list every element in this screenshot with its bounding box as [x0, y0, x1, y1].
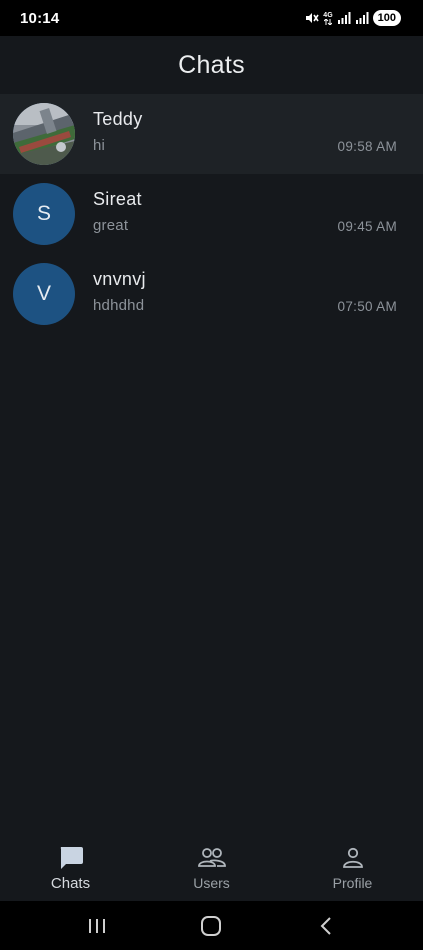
- avatar-photo: [13, 103, 75, 165]
- nav-item-users[interactable]: Users: [141, 835, 282, 901]
- home-button[interactable]: [181, 906, 241, 946]
- person-icon: [342, 845, 364, 871]
- chat-list: Teddy hi 09:58 AM S Sireat great 09:45 A…: [0, 94, 423, 334]
- chat-text: Teddy hi 09:58 AM: [93, 103, 423, 165]
- avatar-initial: V: [36, 282, 51, 305]
- mute-icon: [305, 12, 319, 24]
- chat-text: vnvnvj hdhdhd 07:50 AM: [93, 263, 423, 325]
- network-label: 4G: [323, 11, 333, 19]
- recent-apps-button[interactable]: [67, 906, 127, 946]
- chat-row-vnvnvj[interactable]: V vnvnvj hdhdhd 07:50 AM: [0, 254, 423, 334]
- chat-preview: great: [93, 217, 129, 234]
- nav-item-chats[interactable]: Chats: [0, 835, 141, 901]
- chat-name: vnvnvj: [93, 269, 146, 289]
- home-icon: [201, 915, 222, 936]
- nav-label: Chats: [50, 875, 91, 892]
- chat-text: Sireat great 09:45 AM: [93, 183, 423, 245]
- nav-label: Profile: [332, 875, 373, 891]
- page-title: Chats: [178, 50, 245, 79]
- avatar-letter: V: [13, 263, 75, 325]
- network-type-icon: 4G: [323, 11, 333, 25]
- app-header: Chats: [0, 36, 423, 94]
- users-icon: [197, 845, 226, 871]
- chat-preview: hdhdhd: [93, 297, 145, 314]
- chat-row-sireat[interactable]: S Sireat great 09:45 AM: [0, 174, 423, 254]
- status-bar: 10:14 4G 100: [0, 0, 423, 36]
- chat-preview: hi: [93, 137, 106, 154]
- signal-icon-2: [355, 12, 369, 24]
- chat-bubble-icon: [58, 845, 84, 871]
- back-button[interactable]: [296, 906, 356, 946]
- nav-item-profile[interactable]: Profile: [282, 835, 423, 901]
- recent-apps-icon: [89, 918, 106, 933]
- chats-screen: 10:14 4G 100 Chats Teddy hi 09:58 AM S S…: [0, 0, 423, 950]
- chat-name: Sireat: [93, 189, 142, 209]
- status-icons: 4G 100: [305, 10, 401, 26]
- chat-time: 09:58 AM: [337, 139, 397, 154]
- battery-indicator: 100: [372, 10, 401, 26]
- nav-label: Users: [193, 875, 230, 891]
- avatar-letter: S: [13, 183, 75, 245]
- bottom-nav: Chats Users Profile: [0, 835, 423, 901]
- chat-time: 09:45 AM: [337, 219, 397, 234]
- system-nav-bar: [0, 901, 423, 950]
- chat-name: Teddy: [93, 109, 143, 129]
- signal-icon: [337, 12, 351, 24]
- back-icon: [320, 916, 331, 935]
- chat-time: 07:50 AM: [337, 299, 397, 314]
- chat-row-teddy[interactable]: Teddy hi 09:58 AM: [0, 94, 423, 174]
- avatar-initial: S: [36, 202, 51, 225]
- status-time: 10:14: [20, 9, 60, 27]
